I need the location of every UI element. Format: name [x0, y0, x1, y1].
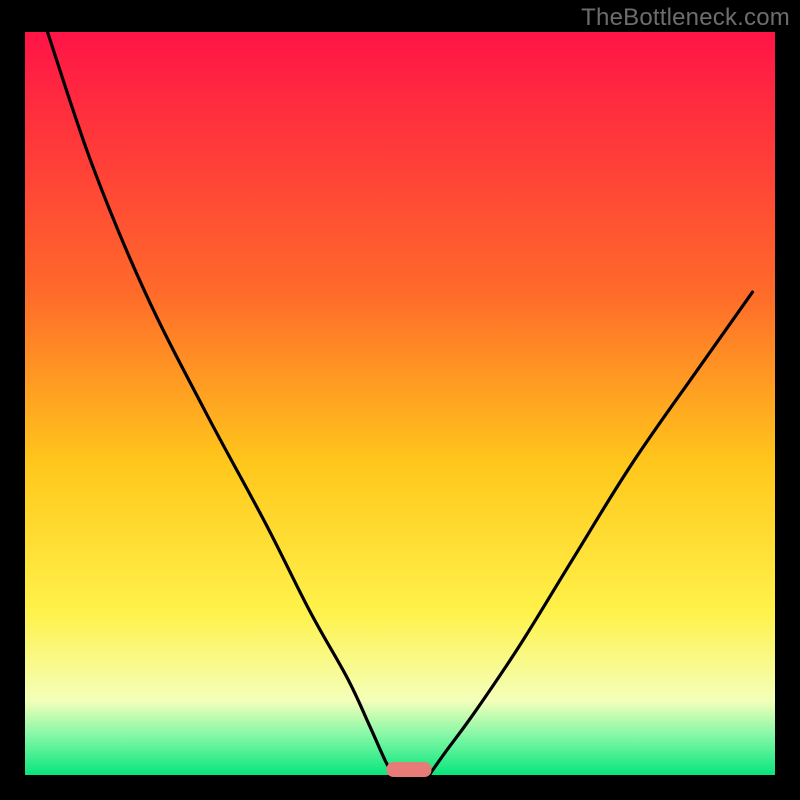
- bottleneck-chart: [0, 0, 800, 800]
- watermark-text: TheBottleneck.com: [581, 4, 790, 32]
- plot-background: [25, 32, 775, 775]
- optimal-zone-marker: [387, 762, 432, 777]
- chart-frame: TheBottleneck.com: [0, 0, 800, 800]
